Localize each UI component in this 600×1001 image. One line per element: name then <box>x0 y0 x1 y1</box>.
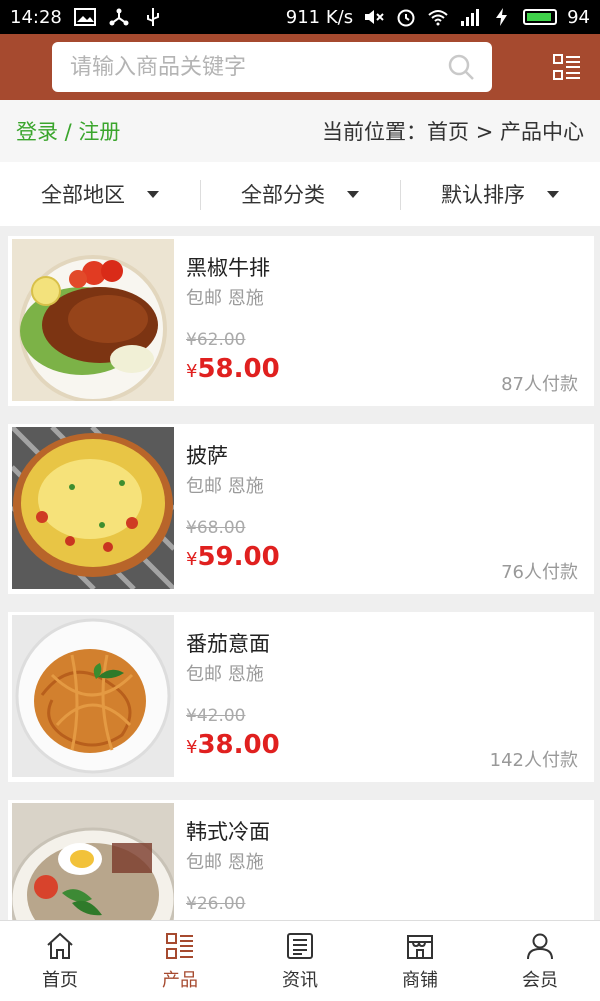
breadcrumb: 当前位置：首页 > 产品中心 <box>322 120 584 144</box>
filter-sort-label: 默认排序 <box>441 183 525 207</box>
product-item[interactable]: 韩式冷面 包邮 恩施 ¥26.00 <box>8 800 594 920</box>
network-speed: 911 K/s <box>285 6 354 28</box>
caret-down-icon <box>547 190 559 198</box>
image-icon <box>73 8 96 26</box>
filter-bar: 全部地区 全部分类 默认排序 <box>0 162 600 226</box>
battery-level: 94 <box>567 6 590 28</box>
user-icon <box>527 933 553 960</box>
tab-member[interactable]: 会员 <box>480 921 600 1001</box>
product-paid-count: 87人付款 <box>501 374 578 395</box>
tab-home-label: 首页 <box>42 970 78 991</box>
news-icon <box>287 933 313 959</box>
search-input[interactable] <box>68 53 446 81</box>
filter-category-label: 全部分类 <box>241 183 325 207</box>
mute-icon <box>365 10 384 24</box>
charging-icon <box>496 8 508 26</box>
tab-home[interactable]: 首页 <box>0 921 120 1001</box>
status-time: 14:28 <box>10 6 62 28</box>
product-paid-count: 142人付款 <box>489 750 578 771</box>
price-value: 38.00 <box>197 730 280 760</box>
filter-region[interactable]: 全部地区 <box>0 162 200 226</box>
price-value: 59.00 <box>197 542 280 572</box>
home-icon <box>47 932 73 959</box>
currency-symbol: ¥ <box>186 549 198 570</box>
caret-down-icon <box>347 190 359 198</box>
product-price: ¥38.00 <box>186 730 280 760</box>
product-shipping: 包邮 恩施 <box>186 288 264 309</box>
list-icon <box>166 933 193 959</box>
tab-products-label: 产品 <box>162 970 198 991</box>
product-list: 黑椒牛排 包邮 恩施 ¥62.00 ¥58.00 87人付款 披萨 包邮 恩施 … <box>0 236 600 920</box>
status-bar: 14:28 911 K/s 94 <box>0 0 600 34</box>
product-original-price: ¥62.00 <box>186 330 246 350</box>
filter-sort[interactable]: 默认排序 <box>400 162 600 226</box>
alarm-icon <box>397 9 415 27</box>
product-shipping: 包邮 恩施 <box>186 664 264 685</box>
header <box>0 34 600 100</box>
tab-news[interactable]: 资讯 <box>240 921 360 1001</box>
search-icon[interactable] <box>446 52 476 82</box>
product-item[interactable]: 黑椒牛排 包邮 恩施 ¥62.00 ¥58.00 87人付款 <box>8 236 594 406</box>
product-price: ¥59.00 <box>186 542 280 572</box>
filter-category[interactable]: 全部分类 <box>200 162 400 226</box>
product-name[interactable]: 番茄意面 <box>186 628 270 658</box>
bottom-tab-bar: 首页 产品 资讯 商铺 会员 <box>0 920 600 1001</box>
login-register-link[interactable]: 登录 / 注册 <box>16 116 120 146</box>
product-image-pizza[interactable] <box>12 427 174 589</box>
currency-symbol: ¥ <box>186 361 198 382</box>
price-value: 58.00 <box>197 354 280 384</box>
product-image-steak[interactable] <box>12 239 174 401</box>
product-name[interactable]: 披萨 <box>186 440 228 470</box>
signal-icon <box>461 9 480 26</box>
search-box[interactable] <box>52 42 492 92</box>
product-item[interactable]: 番茄意面 包邮 恩施 ¥42.00 ¥38.00 142人付款 <box>8 612 594 782</box>
tab-member-label: 会员 <box>522 970 558 991</box>
product-shipping: 包邮 恩施 <box>186 852 264 873</box>
product-image-pasta[interactable] <box>12 615 174 777</box>
product-original-price: ¥42.00 <box>186 706 246 726</box>
product-item[interactable]: 披萨 包邮 恩施 ¥68.00 ¥59.00 76人付款 <box>8 424 594 594</box>
product-price: ¥58.00 <box>186 354 280 384</box>
caret-down-icon <box>147 190 159 198</box>
tab-products[interactable]: 产品 <box>120 921 240 1001</box>
tab-news-label: 资讯 <box>282 970 318 991</box>
share-icon <box>109 8 129 26</box>
category-menu-icon[interactable] <box>552 52 582 82</box>
usb-icon <box>146 8 159 26</box>
tab-store[interactable]: 商铺 <box>360 921 480 1001</box>
wifi-icon <box>428 10 448 26</box>
location-bar: 登录 / 注册 当前位置：首页 > 产品中心 <box>0 100 600 162</box>
product-original-price: ¥26.00 <box>186 894 246 914</box>
product-name[interactable]: 黑椒牛排 <box>186 252 270 282</box>
product-paid-count: 76人付款 <box>501 562 578 583</box>
filter-region-label: 全部地区 <box>41 183 125 207</box>
product-original-price: ¥68.00 <box>186 518 246 538</box>
battery-icon <box>523 9 558 25</box>
product-image-cold-noodle[interactable] <box>12 803 174 920</box>
product-name[interactable]: 韩式冷面 <box>186 816 270 846</box>
currency-symbol: ¥ <box>186 737 198 758</box>
store-icon <box>407 935 433 959</box>
tab-store-label: 商铺 <box>402 970 438 991</box>
product-shipping: 包邮 恩施 <box>186 476 264 497</box>
